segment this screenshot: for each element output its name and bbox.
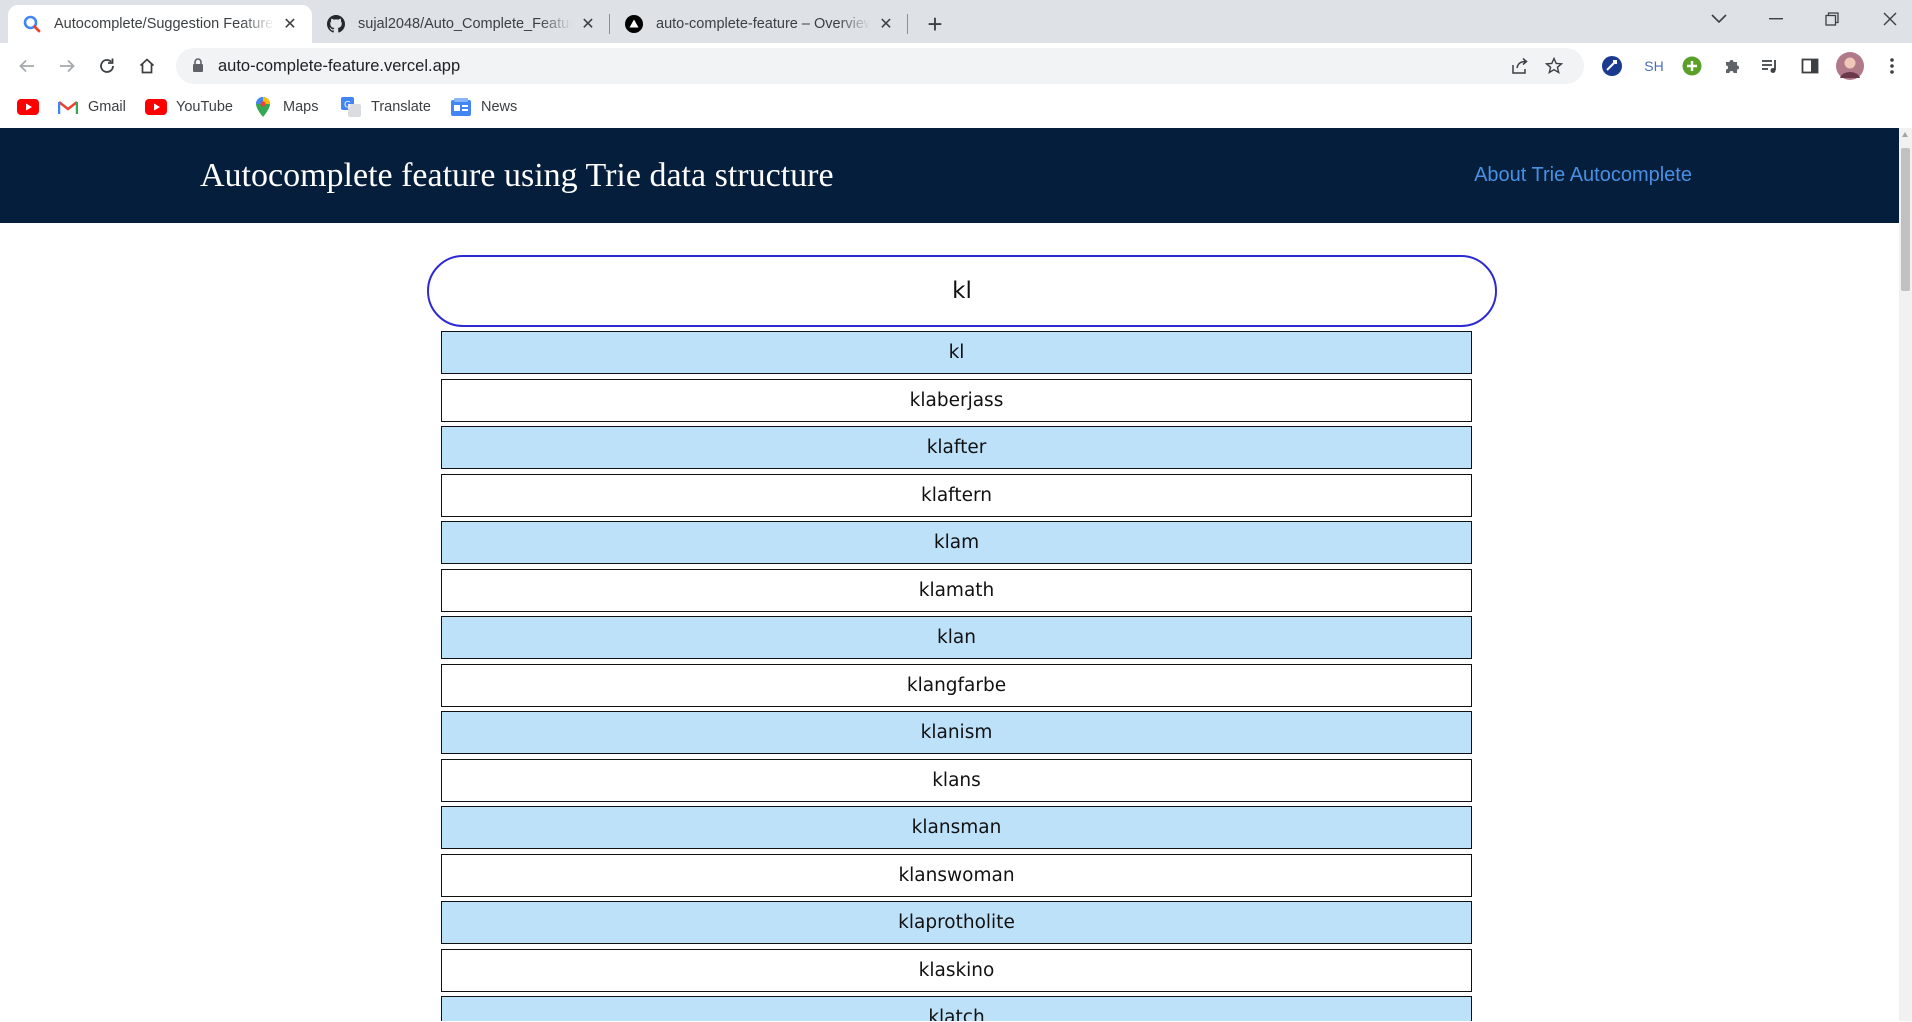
minimize-icon[interactable]	[1752, 0, 1800, 38]
suggestion-item[interactable]: klaberjass	[441, 378, 1472, 422]
restore-icon[interactable]	[1808, 0, 1856, 38]
suggestion-item[interactable]: klansman	[441, 806, 1472, 849]
close-tab-icon[interactable]: ✕	[876, 14, 896, 34]
suggestion-item[interactable]: klatch	[441, 996, 1472, 1021]
close-tab-icon[interactable]: ✕	[280, 14, 300, 34]
suggestion-item[interactable]: klamath	[441, 568, 1472, 612]
browser-menu-icon[interactable]	[1880, 54, 1904, 78]
extension-rocket-icon[interactable]	[1600, 54, 1624, 78]
bookmark-youtube[interactable]: YouTube	[145, 96, 233, 118]
tab-title: auto-complete-feature – Overview	[656, 16, 870, 32]
side-panel-icon[interactable]	[1798, 54, 1822, 78]
suggestion-item[interactable]: kl	[441, 331, 1472, 374]
extensions-puzzle-icon[interactable]	[1720, 54, 1744, 78]
about-trie-link[interactable]: About Trie Autocomplete	[1474, 128, 1692, 223]
suggestion-item[interactable]: klanism	[441, 711, 1472, 754]
tab-vercel[interactable]: auto-complete-feature – Overview ✕	[610, 5, 908, 43]
avatar[interactable]	[1836, 52, 1864, 80]
suggestion-item[interactable]: klans	[441, 758, 1472, 802]
suggestion-item[interactable]: klaskino	[441, 948, 1472, 992]
translate-icon: G	[340, 97, 362, 117]
tab-strip: Autocomplete/Suggestion Feature ✕ sujal2…	[0, 0, 1912, 43]
share-icon[interactable]	[1510, 56, 1530, 76]
bookmark-youtube-app[interactable]	[17, 96, 48, 118]
browser-toolbar: auto-complete-feature.vercel.app SH	[0, 43, 1912, 88]
extension-green-plus-icon[interactable]	[1680, 54, 1704, 78]
scroll-up-arrow-icon[interactable]	[1902, 132, 1908, 137]
tab-search-chevron-icon[interactable]	[1695, 0, 1743, 38]
url-text[interactable]: auto-complete-feature.vercel.app	[218, 48, 460, 84]
bookmark-label: Maps	[283, 99, 319, 115]
bookmark-label: News	[481, 99, 518, 115]
tab-autocomplete[interactable]: Autocomplete/Suggestion Feature ✕	[8, 5, 312, 43]
home-icon[interactable]	[131, 50, 163, 82]
scrollbar-thumb[interactable]	[1901, 148, 1910, 291]
bookmark-maps[interactable]: Maps	[252, 96, 318, 118]
address-bar[interactable]: auto-complete-feature.vercel.app	[176, 48, 1584, 84]
tab-title: Autocomplete/Suggestion Feature	[54, 16, 274, 32]
bookmark-star-icon[interactable]	[1544, 56, 1564, 76]
media-control-icon[interactable]	[1758, 54, 1782, 78]
profile-initials[interactable]: SH	[1640, 54, 1668, 78]
tab-title: sujal2048/Auto_Complete_Feature	[358, 16, 572, 32]
reload-icon[interactable]	[91, 50, 123, 82]
youtube-icon	[17, 98, 39, 116]
close-window-icon[interactable]	[1866, 0, 1912, 38]
close-tab-icon[interactable]: ✕	[578, 14, 598, 34]
page-scrollbar[interactable]	[1899, 128, 1912, 1021]
bookmark-label: YouTube	[176, 99, 233, 115]
forward-icon[interactable]	[51, 50, 83, 82]
bookmark-translate[interactable]: G Translate	[340, 96, 431, 118]
suggestion-item[interactable]: klan	[441, 616, 1472, 659]
search-input[interactable]	[427, 255, 1497, 327]
youtube-icon	[145, 98, 167, 116]
bookmark-gmail[interactable]: Gmail	[57, 96, 126, 118]
gmail-icon	[57, 98, 79, 116]
svg-text:G: G	[344, 101, 351, 111]
bookmarks-bar: Gmail YouTube Maps G Translate News	[0, 88, 1912, 128]
github-icon	[326, 14, 346, 34]
suggestion-list: kl klaberjass klafter klaftern klam klamath kl…	[441, 331, 1472, 1021]
page-title: Autocomplete feature using Trie data str…	[200, 157, 834, 194]
lock-icon[interactable]	[192, 58, 204, 78]
page-viewport: Autocomplete feature using Trie data str…	[0, 128, 1899, 1021]
suggestion-item[interactable]: klanswoman	[441, 853, 1472, 897]
back-icon[interactable]	[11, 50, 43, 82]
suggestion-item[interactable]: klaftern	[441, 473, 1472, 517]
suggestion-item[interactable]: klafter	[441, 426, 1472, 469]
vercel-icon	[624, 14, 644, 34]
suggestion-item[interactable]: klam	[441, 521, 1472, 564]
news-icon	[450, 98, 472, 116]
bookmark-label: Gmail	[88, 99, 126, 115]
tab-github[interactable]: sujal2048/Auto_Complete_Feature ✕	[312, 5, 610, 43]
tab-separator	[907, 14, 908, 34]
suggestion-item[interactable]: klaprotholite	[441, 901, 1472, 944]
bookmark-news[interactable]: News	[450, 96, 517, 118]
suggestion-item[interactable]: klangfarbe	[441, 663, 1472, 707]
search-favicon-icon	[22, 14, 42, 34]
site-header: Autocomplete feature using Trie data str…	[0, 128, 1899, 223]
bookmark-label: Translate	[371, 99, 431, 115]
maps-icon	[252, 97, 274, 117]
new-tab-icon[interactable]: +	[920, 9, 950, 39]
